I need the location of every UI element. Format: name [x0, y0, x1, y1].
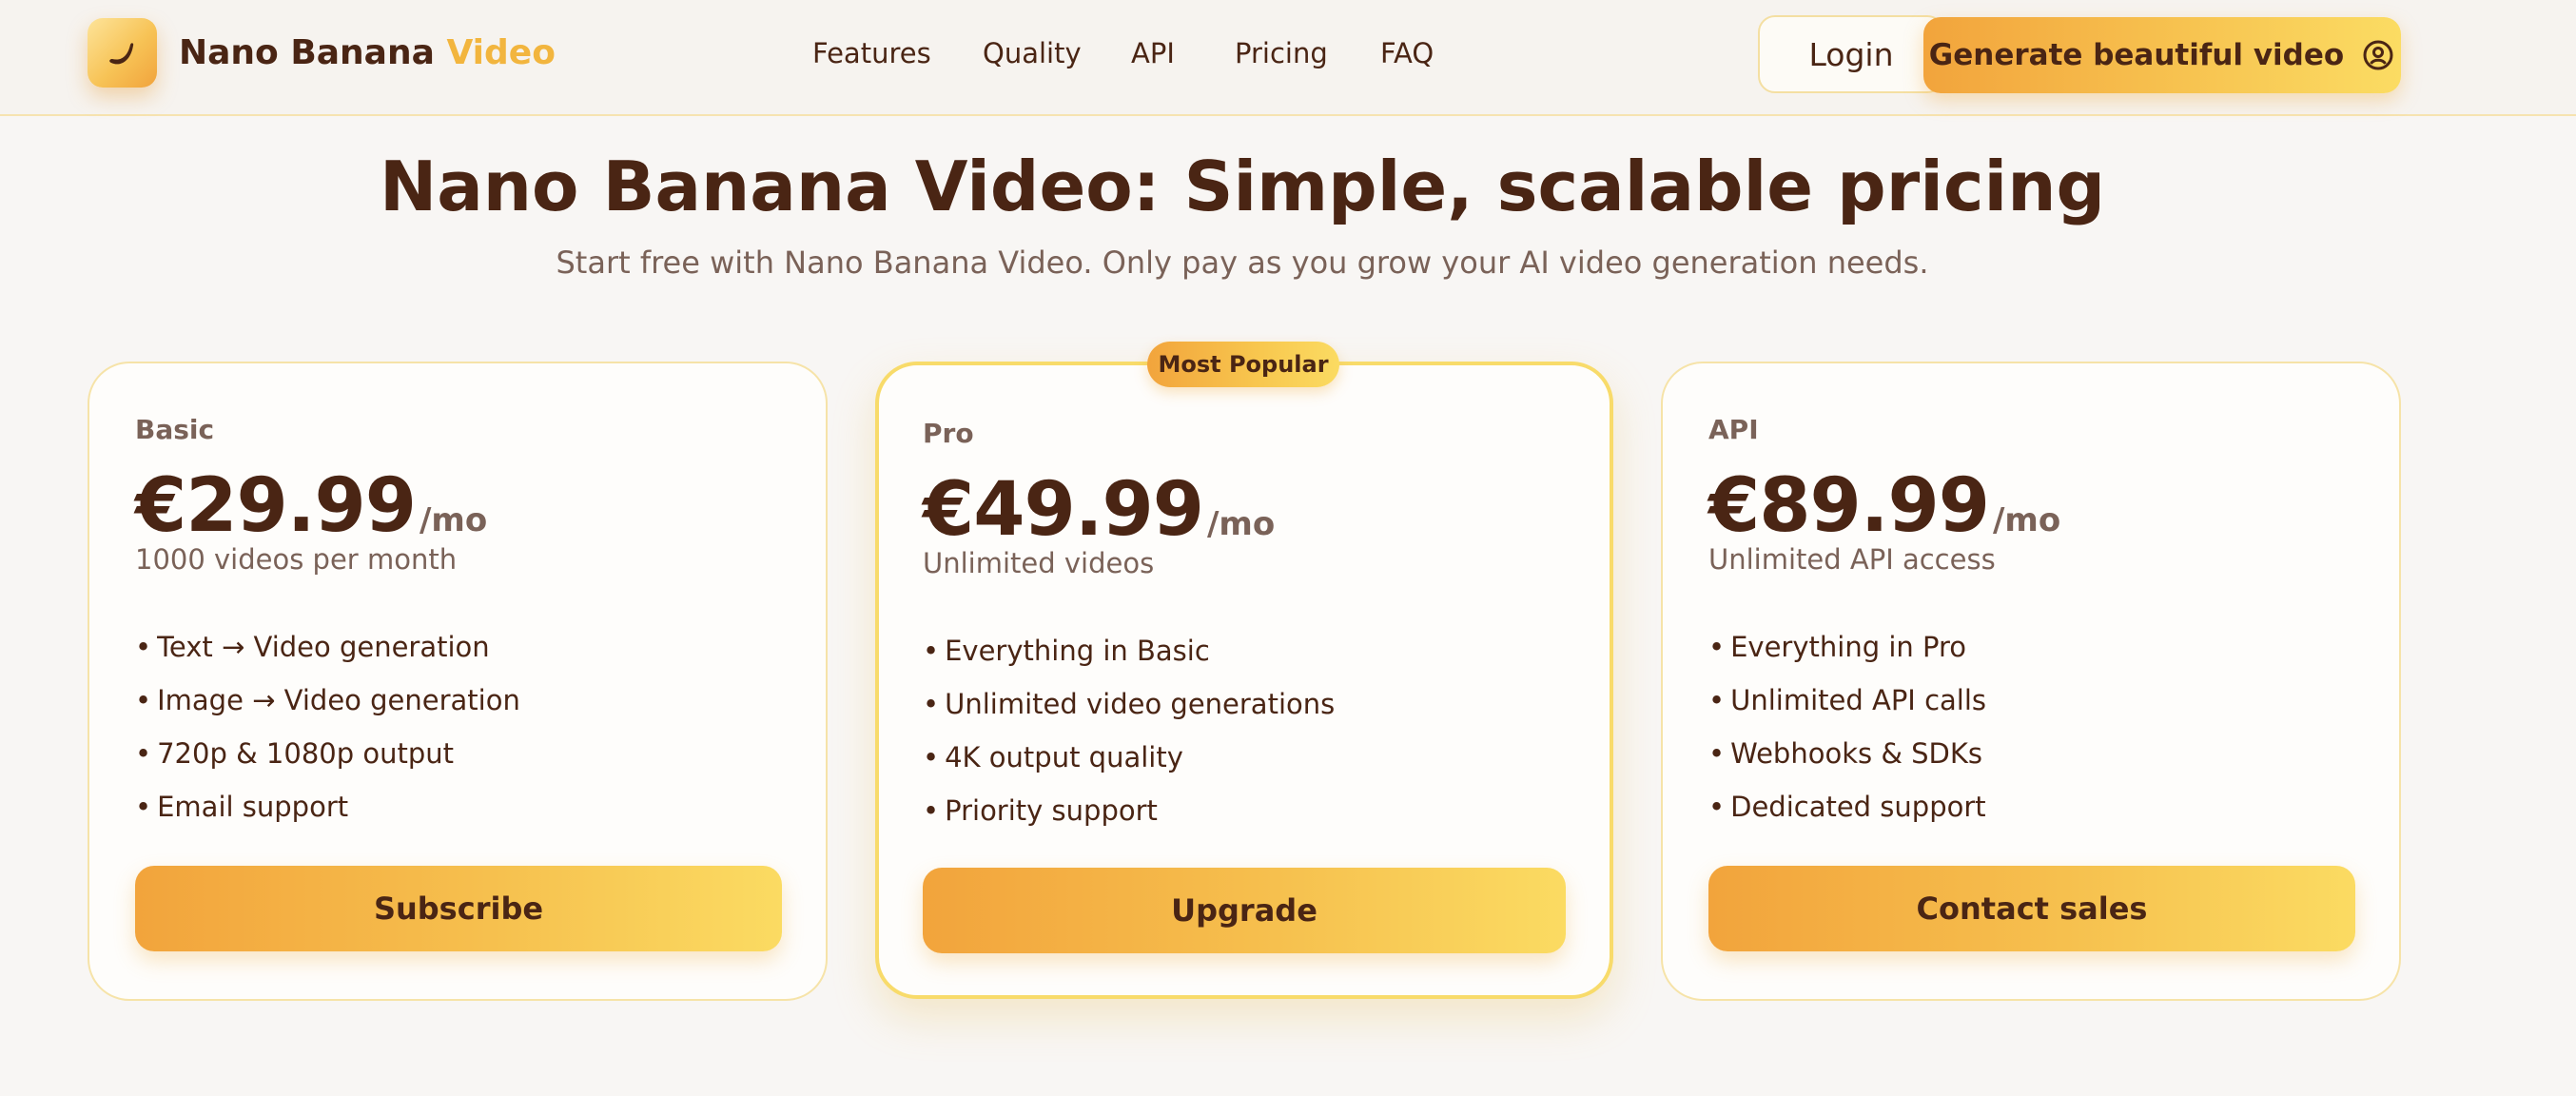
feature-item: • Email support: [135, 791, 349, 823]
feature-item: • Unlimited API calls: [1708, 684, 1987, 716]
brand-name[interactable]: Nano Banana Video: [179, 30, 556, 76]
nav-pricing[interactable]: Pricing: [1235, 34, 1328, 72]
nav-faq[interactable]: FAQ: [1380, 34, 1434, 72]
feature-item: • Priority support: [923, 794, 1158, 827]
feature-item: • Text → Video generation: [135, 631, 490, 663]
feature-item: • Everything in Pro: [1708, 631, 1966, 663]
pricing-card-basic: Basic €29.99/mo 1000 videos per month • T…: [88, 362, 828, 1001]
page-subtitle: Start free with Nano Banana Video. Only …: [556, 245, 1929, 281]
contact-sales-button[interactable]: Contact sales: [1708, 866, 2355, 951]
upgrade-button[interactable]: Upgrade: [923, 868, 1566, 953]
brand-name-accent: Video: [446, 33, 556, 72]
login-button[interactable]: Login: [1758, 15, 1944, 93]
feature-item: • Everything in Basic: [923, 635, 1210, 667]
generate-video-label: Generate beautiful video: [1928, 38, 2345, 72]
pricing-card-pro: Pro €49.99/mo Unlimited videos • Everythi…: [875, 362, 1613, 999]
brand-name-main: Nano Banana: [179, 33, 447, 72]
most-popular-badge: Most Popular: [1147, 342, 1339, 387]
feature-item: • 4K output quality: [923, 741, 1183, 773]
nav-api[interactable]: API: [1131, 34, 1175, 72]
plan-price: €29.99: [135, 463, 417, 549]
nav-features[interactable]: Features: [812, 34, 931, 72]
feature-item: • Dedicated support: [1708, 791, 1986, 823]
feature-item: • Webhooks & SDKs: [1708, 737, 1983, 770]
feature-list: • Everything in Pro • Unlimited API calls …: [1708, 620, 1986, 833]
pricing-card-api: API €89.99/mo Unlimited API access • Ever…: [1661, 362, 2401, 1001]
feature-item: • Unlimited video generations: [923, 688, 1336, 720]
site-header: Nano Banana Video Features Quality API P…: [0, 0, 2576, 116]
subscribe-button[interactable]: Subscribe: [135, 866, 782, 951]
nav-quality[interactable]: Quality: [983, 34, 1082, 72]
feature-list: • Everything in Basic • Unlimited video ge…: [923, 624, 1335, 837]
feature-list: • Text → Video generation • Image → Video …: [135, 620, 520, 833]
plan-name: Basic: [135, 414, 215, 445]
plan-price: €49.99: [923, 467, 1204, 553]
plan-period: /mo: [1207, 505, 1276, 543]
plan-description: Unlimited API access: [1708, 543, 1996, 576]
plan-period: /mo: [420, 501, 488, 539]
generate-video-button[interactable]: Generate beautiful video: [1923, 17, 2401, 93]
plan-description: 1000 videos per month: [135, 543, 458, 576]
plan-period: /mo: [1993, 501, 2061, 539]
plan-price: €89.99: [1708, 463, 1990, 549]
banana-icon[interactable]: [88, 18, 157, 88]
feature-item: • 720p & 1080p output: [135, 737, 455, 770]
plan-name: Pro: [923, 418, 974, 449]
user-circle-icon: [2363, 40, 2393, 70]
page-title: Nano Banana Video: Simple, scalable pric…: [379, 147, 2106, 226]
feature-item: • Image → Video generation: [135, 684, 520, 716]
plan-description: Unlimited videos: [923, 547, 1155, 579]
plan-name: API: [1708, 414, 1759, 445]
